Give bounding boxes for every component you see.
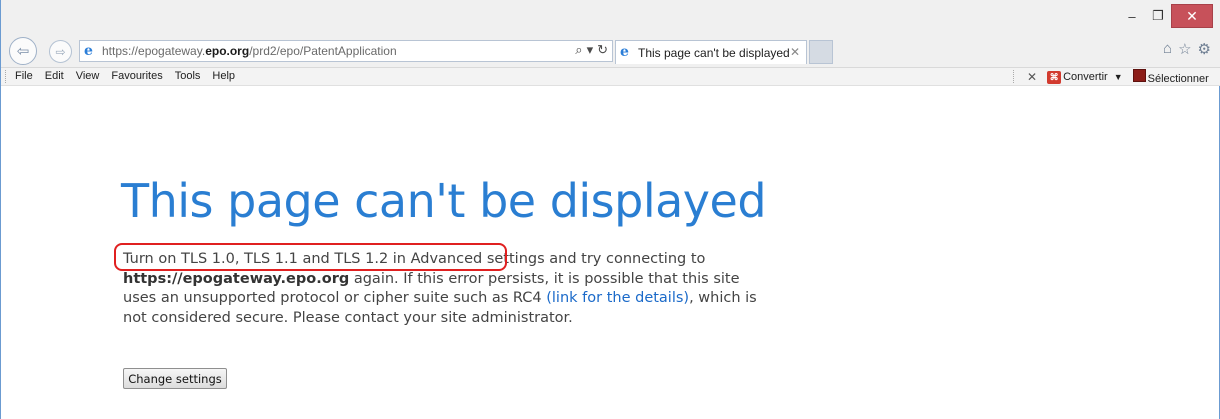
menu-edit[interactable]: Edit — [45, 70, 64, 82]
menu-tools[interactable]: Tools — [175, 70, 201, 82]
minimize-button[interactable]: – — [1119, 5, 1145, 27]
tab-active[interactable]: e This page can't be displayed ✕ — [615, 40, 807, 64]
error-title: This page can't be displayed — [121, 174, 767, 228]
menu-items: File Edit View Favourites Tools Help — [15, 70, 235, 82]
forward-arrow-icon: ⇨ — [55, 44, 66, 59]
convert-dropdown-icon[interactable]: ▼ — [1114, 72, 1123, 82]
window-controls: – ❐ ✕ — [1119, 4, 1213, 28]
menu-view[interactable]: View — [76, 70, 100, 82]
site-url: https://epogateway.epo.org — [123, 270, 350, 287]
ie-logo-icon: e — [620, 44, 629, 60]
toolbar-grip — [5, 70, 9, 83]
forward-button[interactable]: ⇨ — [49, 40, 72, 63]
menu-favourites[interactable]: Favourites — [111, 70, 162, 82]
convert-button[interactable]: ⌘ Convertir ▼ — [1047, 70, 1123, 84]
close-toolbar-icon[interactable]: ✕ — [1027, 70, 1037, 84]
close-tab-icon[interactable]: ✕ — [790, 45, 800, 59]
details-link[interactable]: (link for the details) — [546, 290, 689, 306]
browser-window: – ❐ ✕ ⇦ ⇨ e https://epogateway.epo.org/p… — [0, 0, 1220, 419]
gear-icon[interactable]: ⚙ — [1198, 40, 1211, 58]
home-icon[interactable]: ⌂ — [1163, 40, 1172, 58]
restore-button[interactable]: ❐ — [1145, 5, 1171, 27]
select-icon — [1132, 69, 1146, 82]
pdf-convert-icon: ⌘ — [1047, 70, 1062, 84]
ie-logo-icon: e — [84, 43, 93, 59]
navigation-bar: – ❐ ✕ ⇦ ⇨ e https://epogateway.epo.org/p… — [1, 0, 1220, 68]
favorites-star-icon[interactable]: ☆ — [1178, 40, 1191, 58]
annotation-highlight — [114, 243, 507, 271]
close-window-button[interactable]: ✕ — [1171, 4, 1213, 28]
dropdown-icon[interactable]: ▾ — [587, 42, 594, 58]
page-content: This page can't be displayed Turn on TLS… — [1, 86, 1220, 419]
url-text[interactable]: https://epogateway.epo.org/prd2/epo/Pate… — [102, 44, 397, 58]
address-actions: ⌕ ▾ ↻ — [575, 42, 608, 58]
search-icon[interactable]: ⌕ — [575, 42, 582, 58]
refresh-icon[interactable]: ↻ — [597, 42, 608, 58]
select-button[interactable]: Sélectionner — [1132, 69, 1209, 85]
toolbar-grip — [1013, 70, 1017, 83]
change-settings-button[interactable]: Change settings — [123, 368, 227, 389]
address-bar[interactable]: e https://epogateway.epo.org/prd2/epo/Pa… — [79, 40, 613, 62]
tab-title: This page can't be displayed — [638, 46, 790, 60]
command-bar: ✕ ⌘ Convertir ▼ Sélectionner — [1027, 69, 1209, 85]
back-button[interactable]: ⇦ — [9, 37, 37, 65]
menu-help[interactable]: Help — [212, 70, 235, 82]
menu-bar: File Edit View Favourites Tools Help ✕ ⌘… — [1, 68, 1220, 86]
toolbar-icons: ⌂ ☆ ⚙ — [1163, 40, 1211, 58]
back-arrow-icon: ⇦ — [16, 43, 30, 60]
new-tab-button[interactable] — [809, 40, 833, 64]
menu-file[interactable]: File — [15, 70, 33, 82]
